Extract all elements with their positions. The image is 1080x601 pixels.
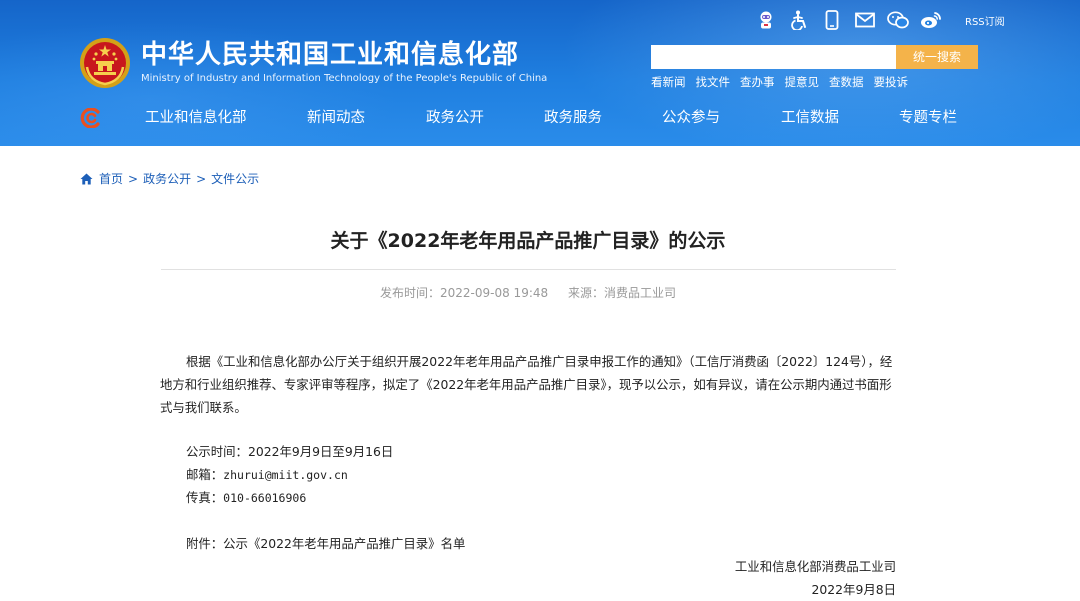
article-meta: 发布时间：2022-09-08 19:48 来源：消费品工业司 <box>160 284 896 301</box>
mail-icon[interactable] <box>854 9 876 31</box>
email-label: 邮箱： <box>186 467 224 482</box>
breadcrumb-separator: > <box>196 171 207 186</box>
main-nav: 工业和信息化部 新闻动态 政务公开 政务服务 公众参与 工信数据 专题专栏 <box>0 106 1080 132</box>
quick-link-data[interactable]: 查数据 <box>829 74 864 90</box>
weibo-icon[interactable] <box>920 9 942 31</box>
quick-link-services[interactable]: 查办事 <box>740 74 775 90</box>
article-title: 关于《2022年老年用品产品推广目录》的公示 <box>330 230 726 252</box>
quick-link-files[interactable]: 找文件 <box>696 74 731 90</box>
nav-item-ministry[interactable]: 工业和信息化部 <box>145 106 247 130</box>
breadcrumb-government-affairs[interactable]: 政务公开 <box>143 170 191 187</box>
attachment-link[interactable]: 附件：公示《2022年老年用品产品推广目录》名单 <box>186 534 465 552</box>
unified-search-button[interactable]: 统一搜索 <box>896 45 978 69</box>
notice-period-label: 公示时间： <box>186 444 248 459</box>
nav-item-news[interactable]: 新闻动态 <box>307 106 365 130</box>
nav-item-special-topics[interactable]: 专题专栏 <box>899 106 957 130</box>
nav-item-public-participation[interactable]: 公众参与 <box>662 106 720 130</box>
signature-date: 2022年9月8日 <box>811 582 896 597</box>
breadcrumb-separator: > <box>128 171 139 186</box>
quick-link-feedback[interactable]: 提意见 <box>785 74 820 90</box>
fax-value: 010-66016906 <box>223 491 307 505</box>
publish-time: 发布时间：2022-09-08 19:48 <box>380 286 549 300</box>
utility-icon-bar: RSS订阅 <box>755 9 1005 31</box>
site-title-english: Ministry of Industry and Information Tec… <box>141 73 548 84</box>
mobile-icon[interactable] <box>821 9 843 31</box>
quick-link-complaint[interactable]: 要投诉 <box>874 74 909 90</box>
breadcrumb-home[interactable]: 首页 <box>99 170 123 187</box>
fax-label: 传真： <box>186 490 224 505</box>
rss-icon[interactable] <box>953 9 965 31</box>
rss-subscribe-link[interactable]: RSS订阅 <box>965 13 1005 28</box>
search-input[interactable] <box>651 45 896 69</box>
notice-period-value: 2022年9月9日至9月16日 <box>247 444 394 459</box>
robot-icon[interactable] <box>755 9 777 31</box>
quick-links: 看新闻 找文件 查办事 提意见 查数据 要投诉 <box>651 74 918 90</box>
article-body: 根据《工业和信息化部办公厅关于组织开展2022年老年用品产品推广目录申报工作的通… <box>160 350 896 419</box>
nav-item-government-affairs[interactable]: 政务公开 <box>426 106 484 130</box>
article-source: 来源：消费品工业司 <box>567 286 676 300</box>
contact-fax: 传真：010-66016906 <box>186 488 306 506</box>
site-title-chinese[interactable]: 中华人民共和国工业和信息化部 <box>141 40 519 70</box>
national-emblem-icon[interactable] <box>79 37 131 89</box>
quick-link-news[interactable]: 看新闻 <box>651 74 686 90</box>
breadcrumb-file-notice[interactable]: 文件公示 <box>211 170 259 187</box>
home-icon[interactable] <box>80 173 93 185</box>
notice-period: 公示时间：2022年9月9日至9月16日 <box>186 442 393 460</box>
email-value[interactable]: zhurui@miit.gov.cn <box>223 468 348 482</box>
nav-item-data[interactable]: 工信数据 <box>781 106 839 130</box>
title-divider <box>161 269 896 270</box>
article-paragraph: 根据《工业和信息化部办公厅关于组织开展2022年老年用品产品推广目录申报工作的通… <box>160 354 893 415</box>
accessibility-icon[interactable] <box>788 9 810 31</box>
nav-item-government-services[interactable]: 政务服务 <box>544 106 602 130</box>
breadcrumb: 首页 > 政务公开 > 文件公示 <box>80 170 259 187</box>
wechat-icon[interactable] <box>887 9 909 31</box>
contact-email: 邮箱：zhurui@miit.gov.cn <box>186 465 348 483</box>
site-header: 中华人民共和国工业和信息化部 Ministry of Industry and … <box>0 0 1080 146</box>
signature-organization: 工业和信息化部消费品工业司 <box>734 559 896 574</box>
